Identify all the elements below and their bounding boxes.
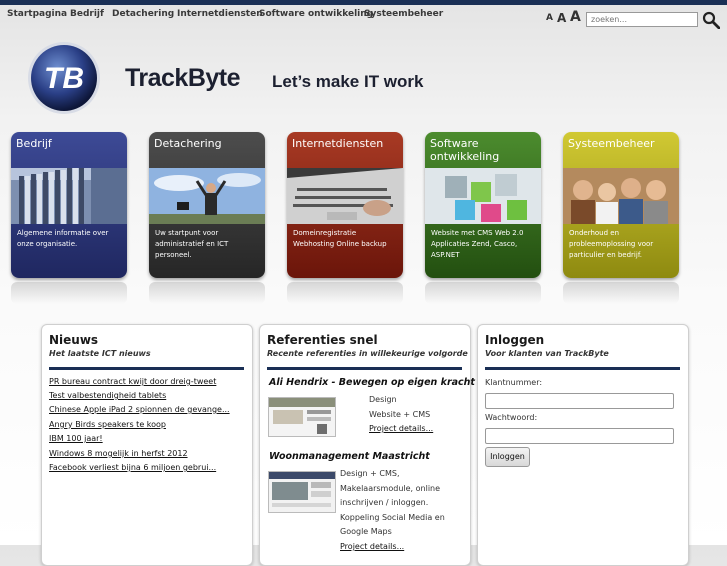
references-title: Referenties snel (267, 333, 378, 347)
font-size-medium-button[interactable]: A (557, 11, 566, 25)
project-details-link[interactable]: Project details... (369, 422, 433, 437)
font-size-small-button[interactable]: A (546, 13, 553, 23)
svg-text:TB: TB (44, 62, 84, 95)
news-link[interactable]: Test valbestendigheid tablets (49, 391, 166, 400)
news-link[interactable]: Facebook verliest bijna 6 miljoen gebrui… (49, 463, 216, 472)
nav-bedrijf[interactable]: Bedrijf (70, 9, 104, 19)
news-link[interactable]: Angry Birds speakers te koop (49, 420, 166, 429)
tile-title: Systeembeheer (568, 137, 655, 150)
tile-reflection (425, 282, 541, 304)
search-icon[interactable] (702, 11, 720, 29)
brand-name: TrackByte (125, 64, 241, 92)
tile-reflection (11, 282, 127, 304)
reference-detail: inschrijven / inloggen. (340, 498, 429, 507)
login-panel: Inloggen Voor klanten van TrackByte Klan… (477, 324, 689, 566)
news-link[interactable]: Windows 8 mogelijk in herfst 2012 (49, 449, 188, 458)
references-divider (267, 367, 462, 370)
font-size-large-button[interactable]: A (570, 9, 581, 25)
reference-detail: Design (369, 395, 397, 404)
news-divider (49, 367, 244, 370)
cubes-photo (425, 168, 541, 224)
trackbyte-logo[interactable]: TB (26, 40, 102, 116)
project-details-link[interactable]: Project details... (340, 540, 404, 555)
tile-bedrijf[interactable]: Bedrijf Algemene informatie over onze or… (11, 132, 127, 278)
news-subtitle: Het laatste ICT nieuws (49, 349, 151, 358)
search-input[interactable] (586, 12, 698, 27)
reference-detail: Koppeling Social Media en (340, 513, 445, 522)
reference-detail: Design + CMS, (340, 469, 400, 478)
password-label: Wachtwoord: (485, 413, 538, 422)
news-link[interactable]: Chinese Apple iPad 2 spionnen de gevange… (49, 405, 230, 414)
tile-description: Uw startpunt voor administratief en ICT … (155, 229, 229, 259)
news-link[interactable]: PR bureau contract kwijt door dreig-twee… (49, 377, 216, 386)
reference-title[interactable]: Ali Hendrix - Bewegen op eigen kracht (269, 377, 475, 388)
customer-number-field[interactable] (485, 393, 674, 409)
login-title: Inloggen (485, 333, 545, 347)
tile-reflection (563, 282, 679, 304)
login-button[interactable]: Inloggen (485, 447, 530, 467)
reference-detail: Google Maps (340, 527, 392, 536)
businessman-sky-photo (149, 168, 265, 224)
office-building-photo (11, 168, 127, 224)
tile-reflection (287, 282, 403, 304)
nav-internetdiensten[interactable]: Internetdiensten (177, 9, 263, 19)
password-field[interactable] (485, 428, 674, 444)
references-panel: Referenties snel Recente referenties in … (259, 324, 475, 566)
tile-detachering[interactable]: Detachering Uw startpunt voor administra… (149, 132, 265, 278)
tile-reflection (149, 282, 265, 304)
login-divider (485, 367, 680, 370)
reference-detail: Makelaarsmodule, online (340, 484, 441, 493)
tile-description: Onderhoud en probleemoplossing voor part… (569, 229, 654, 259)
team-photo (563, 168, 679, 224)
news-title: Nieuws (49, 333, 99, 347)
reference-title[interactable]: Woonmanagement Maastricht (269, 451, 430, 462)
tile-systeembeheer[interactable]: Systeembeheer Onderhoud en probleemoplos… (563, 132, 679, 278)
top-navigation: Startpagina Bedrijf Detachering Internet… (0, 5, 727, 29)
nav-systeembeheer[interactable]: Systeembeheer (364, 9, 443, 19)
tile-description: Domeinregistratie Webhosting Online back… (293, 229, 387, 248)
news-link[interactable]: IBM 100 jaar! (49, 434, 103, 443)
tile-internetdiensten[interactable]: Internetdiensten Domeinregistratie Webho… (287, 132, 403, 278)
tile-description: Website met CMS Web 2.0 Applicaties Zend… (431, 229, 524, 259)
references-subtitle: Recente referenties in willekeurige volg… (267, 349, 468, 358)
customer-number-label: Klantnummer: (485, 378, 543, 387)
tile-description: Algemene informatie over onze organisati… (17, 229, 109, 248)
reference-thumbnail[interactable] (268, 397, 336, 437)
tile-title: Internetdiensten (292, 137, 384, 150)
login-subtitle: Voor klanten van TrackByte (485, 349, 609, 358)
tile-title: Software ontwikkeling (430, 137, 500, 163)
tagline: Let’s make IT work (272, 72, 424, 91)
tile-title: Detachering (154, 137, 222, 150)
nav-detachering[interactable]: Detachering (112, 9, 174, 19)
tile-software-ontwikkeling[interactable]: Software ontwikkeling Website met CMS We… (425, 132, 541, 278)
nav-startpagina[interactable]: Startpagina (7, 9, 67, 19)
nav-software-ontwikkeling[interactable]: Software ontwikkeling (259, 9, 373, 19)
tile-title: Bedrijf (16, 137, 52, 150)
news-panel: Nieuws Het laatste ICT nieuws PR bureau … (41, 324, 253, 566)
laptop-keyboard-photo (287, 168, 403, 224)
reference-detail: Website + CMS (369, 410, 431, 419)
reference-thumbnail[interactable] (268, 471, 336, 513)
